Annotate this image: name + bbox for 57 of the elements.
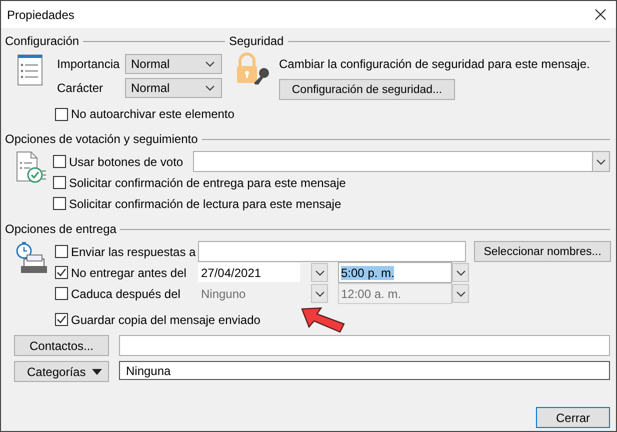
checkbox-label: Solicitar confirmación de entrega para este mensaje — [69, 176, 346, 190]
checkbox[interactable] — [55, 313, 68, 326]
select-names-button[interactable]: Seleccionar nombres... — [474, 241, 611, 262]
checkbox-label: No autoarchivar este elemento — [71, 107, 234, 121]
check-icon — [56, 314, 67, 325]
checkbox-label: Caduca después del — [71, 286, 180, 300]
section-title: Opciones de entrega — [5, 222, 116, 236]
dropdown-button[interactable] — [452, 263, 469, 282]
chevron-icon — [204, 59, 216, 69]
chevron-icon — [454, 268, 466, 278]
dropdown-button[interactable] — [311, 284, 328, 303]
time-field[interactable]: 5:00 p. m. — [338, 262, 452, 283]
arrow-drawing — [301, 307, 345, 333]
date-field[interactable]: 27/04/2021 — [198, 263, 300, 282]
description-text: Cambiar la configuración de seguridad para este mensaje. — [279, 57, 590, 71]
chevron-icon — [314, 268, 326, 278]
dropdown-button[interactable] — [452, 284, 469, 303]
dropdown-button[interactable] — [311, 263, 328, 282]
checkbox-label: Guardar copia del mensaje enviado — [71, 312, 260, 326]
dropdown[interactable]: Normal — [125, 54, 222, 74]
security-settings-button[interactable]: Configuración de seguridad... — [279, 79, 455, 100]
close-button[interactable]: Cerrar — [536, 407, 610, 428]
checkbox[interactable] — [55, 266, 68, 279]
checkbox-label: Enviar las respuestas a — [71, 244, 196, 258]
date-field: Ninguno — [198, 284, 300, 303]
checklist-icon — [15, 151, 47, 185]
checkbox-label: No entregar antes del — [71, 266, 186, 280]
section-title: Seguridad — [229, 34, 284, 48]
checkbox[interactable] — [53, 197, 66, 210]
checkbox[interactable] — [53, 155, 66, 168]
dropdown[interactable]: Normal — [125, 78, 222, 98]
chevron-icon — [204, 83, 216, 93]
chevron-icon — [595, 156, 607, 166]
chevron-icon — [314, 288, 326, 298]
check-icon — [56, 267, 67, 278]
section-title: Opciones de votación y seguimiento — [5, 132, 198, 146]
chevron-icon — [454, 288, 466, 298]
stopwatch-tray-icon — [15, 241, 49, 275]
lock-key-icon — [235, 52, 271, 86]
checkbox-label: Usar botones de voto — [69, 154, 184, 168]
input-field[interactable] — [198, 241, 466, 262]
contacts-button[interactable]: Contactos... — [14, 335, 109, 356]
checkbox-label: Solicitar confirmación de lectura para este mensaje — [69, 196, 342, 210]
caret-down-icon — [92, 368, 102, 374]
field-label: Carácter — [57, 81, 104, 95]
checkbox[interactable] — [53, 176, 66, 189]
checkbox[interactable] — [55, 245, 68, 258]
section-title: Configuración — [5, 34, 80, 48]
input-field[interactable] — [119, 335, 610, 356]
window-title: Propiedades — [7, 8, 74, 22]
categories-button[interactable]: Categorías — [14, 361, 109, 382]
close-icon[interactable] — [595, 9, 606, 20]
field-label: Importancia — [57, 57, 121, 71]
checkbox[interactable] — [55, 108, 68, 120]
categories-field[interactable]: Ninguna — [119, 361, 610, 380]
dropdown-button[interactable] — [592, 152, 609, 171]
list-icon — [17, 54, 43, 86]
